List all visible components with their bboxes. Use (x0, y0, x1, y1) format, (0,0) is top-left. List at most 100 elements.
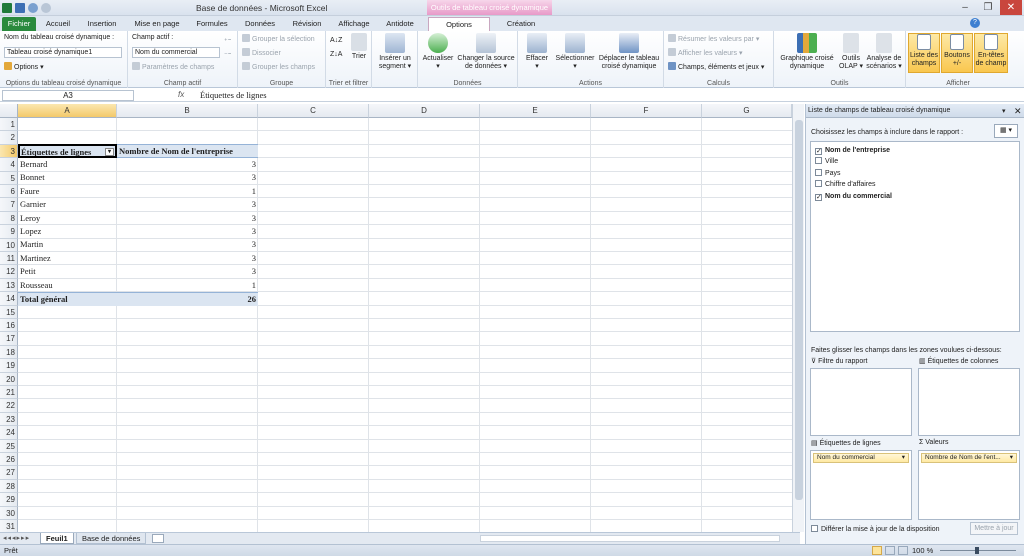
pivot-row-label[interactable]: Rousseau (18, 279, 117, 292)
row-header[interactable]: 14 (0, 292, 18, 306)
vertical-scrollbar[interactable] (792, 104, 804, 532)
col-header-g[interactable]: G (702, 104, 792, 118)
scroll-thumb[interactable] (795, 120, 803, 500)
what-if-button[interactable]: Analyse de scénarios ▾ (864, 33, 904, 71)
row-header[interactable]: 31 (0, 520, 18, 532)
tab-options[interactable]: Options (428, 17, 490, 31)
change-source-button[interactable]: Changer la source de données ▾ (456, 33, 516, 71)
name-box[interactable]: A3 (2, 90, 134, 101)
field-headers-button[interactable]: En-têtes de champ (974, 33, 1008, 73)
pivot-row-label[interactable]: Petit (18, 265, 117, 278)
pivot-row-label[interactable]: Garnier (18, 198, 117, 211)
pivot-name-input[interactable]: Tableau croisé dynamique1 (4, 47, 122, 58)
field-checkbox[interactable] (815, 157, 822, 165)
value-field-chip[interactable]: Nombre de Nom de l'ent... ▾ (921, 453, 1017, 463)
pivot-row-label[interactable]: Faure (18, 185, 117, 198)
worksheet-grid[interactable]: A B C D E F G 1 2 3 4 5 6 7 8 9 10 11 12 13 14 15 16 17 1… (0, 104, 792, 532)
row-header[interactable]: 1 (0, 118, 18, 132)
ungroup-button[interactable]: Dissocier (242, 48, 281, 57)
field-checkbox-row[interactable]: ✓ Nom de l'entreprise (815, 145, 890, 156)
olap-tools-button[interactable]: Outils OLAP ▾ (838, 33, 864, 71)
filter-dropdown-icon[interactable]: ▾ (105, 148, 114, 156)
row-header[interactable]: 10 (0, 238, 18, 252)
insert-slicer-button[interactable]: Insérer un segment ▾ (374, 33, 416, 71)
values-area[interactable]: Nombre de Nom de l'ent... ▾ (918, 450, 1020, 520)
field-checkbox-row[interactable]: Chiffre d'affaires (815, 179, 876, 190)
expand-field-icon[interactable]: ⁺⁼ (224, 37, 231, 45)
help-icon[interactable]: ? (970, 18, 980, 28)
zoom-level[interactable]: 100 % (912, 546, 933, 555)
row-header[interactable]: 15 (0, 305, 18, 319)
pivot-row-label[interactable]: Martin (18, 238, 117, 251)
pivot-row-value[interactable]: 3 (117, 265, 258, 278)
group-fields-button[interactable]: Grouper les champs (242, 62, 315, 71)
row-header[interactable]: 22 (0, 399, 18, 413)
undo-icon[interactable] (28, 3, 38, 13)
row-header[interactable]: 24 (0, 426, 18, 440)
tab-insert[interactable]: Insertion (80, 17, 124, 31)
row-header[interactable]: 13 (0, 278, 18, 293)
pivot-row-label[interactable]: Lopez (18, 225, 117, 238)
summarize-values-button[interactable]: Résumer les valeurs par ▾ (668, 34, 759, 43)
row-header[interactable]: 4 (0, 158, 18, 172)
tab-design[interactable]: Création (494, 17, 548, 31)
pivot-row-value[interactable]: 3 (117, 198, 258, 211)
row-header[interactable]: 30 (0, 506, 18, 520)
col-header-f[interactable]: F (591, 104, 702, 118)
row-header[interactable]: 19 (0, 359, 18, 373)
field-checkbox[interactable]: ✓ (815, 193, 822, 201)
pivot-row-value[interactable]: 1 (117, 279, 258, 292)
row-header[interactable]: 27 (0, 466, 18, 480)
field-checkbox-row[interactable]: Ville (815, 156, 838, 167)
group-selection-button[interactable]: Grouper la sélection (242, 34, 315, 43)
col-header-a[interactable]: A (18, 104, 117, 118)
show-values-button[interactable]: Afficher les valeurs ▾ (668, 48, 742, 57)
field-list-button[interactable]: Liste des champs (908, 33, 940, 73)
collapse-field-icon[interactable]: ⁻⁼ (224, 51, 231, 59)
tab-antidote[interactable]: Antidote (380, 17, 420, 31)
sort-button[interactable]: Trier (348, 33, 370, 61)
row-header[interactable]: 2 (0, 131, 18, 145)
pivot-row-value[interactable]: 3 (117, 225, 258, 238)
pivot-row-value[interactable]: 3 (117, 158, 258, 171)
options-button[interactable]: Options ▾ (4, 62, 44, 71)
pivot-row-label[interactable]: Bernard (18, 158, 117, 171)
defer-update-checkbox[interactable]: Différer la mise à jour de la dispositio… (811, 525, 940, 533)
page-break-view-icon[interactable] (898, 546, 908, 555)
tab-review[interactable]: Révision (286, 17, 328, 31)
move-pivot-button[interactable]: Déplacer le tableau croisé dynamique (596, 33, 662, 71)
layout-options-icon[interactable]: ▦ ▾ (994, 124, 1018, 138)
field-settings-button[interactable]: Paramètres de champs (132, 62, 214, 71)
pivot-row-value[interactable]: 1 (117, 185, 258, 198)
row-header[interactable]: 20 (0, 372, 18, 386)
pivot-total-label[interactable]: Total général (18, 292, 117, 306)
sort-az-icon[interactable]: A↓Z (330, 37, 342, 44)
update-button[interactable]: Mettre à jour (970, 522, 1018, 535)
page-layout-view-icon[interactable] (885, 546, 895, 555)
row-header[interactable]: 7 (0, 198, 18, 212)
row-header[interactable]: 6 (0, 185, 18, 199)
row-header[interactable]: 8 (0, 211, 18, 226)
row-header[interactable]: 21 (0, 386, 18, 400)
field-checkbox[interactable] (815, 168, 822, 176)
pivot-row-value[interactable]: 3 (117, 212, 258, 225)
zoom-slider-thumb[interactable] (975, 547, 979, 554)
col-header-d[interactable]: D (369, 104, 480, 118)
pivot-row-label[interactable]: Leroy (18, 212, 117, 225)
field-checkbox-row[interactable]: Pays (815, 168, 841, 179)
sheet-tab-feuil1[interactable]: Feuil1 (40, 533, 74, 544)
pivot-total-value[interactable]: 26 (117, 292, 258, 306)
tab-formulas[interactable]: Formules (190, 17, 234, 31)
col-header-e[interactable]: E (480, 104, 591, 118)
redo-icon[interactable] (41, 3, 51, 13)
chip-dropdown-icon[interactable]: ▾ (902, 454, 905, 462)
horizontal-scrollbar[interactable] (480, 535, 780, 542)
restore-icon[interactable]: ❐ (977, 0, 999, 15)
clear-button[interactable]: Effacer ▾ (520, 33, 554, 71)
refresh-button[interactable]: Actualiser ▾ (420, 33, 456, 71)
pane-close-icon[interactable]: ✕ (1014, 106, 1022, 117)
row-header[interactable]: 18 (0, 345, 18, 360)
pivot-values-header[interactable]: Nombre de Nom de l'entreprise (117, 144, 258, 158)
row-header[interactable]: 29 (0, 493, 18, 507)
close-icon[interactable]: ✕ (1000, 0, 1022, 15)
